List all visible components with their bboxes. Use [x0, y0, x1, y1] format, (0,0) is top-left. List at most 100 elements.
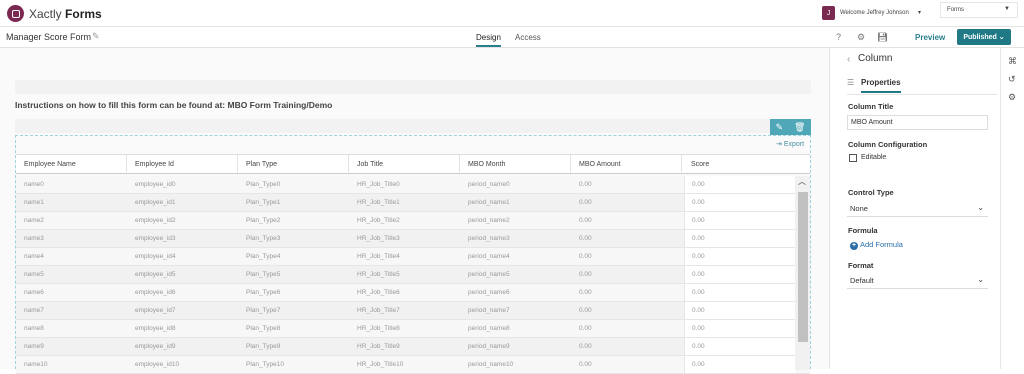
table-cell: HR_Job_Title0	[357, 181, 400, 188]
header-section[interactable]	[15, 80, 811, 94]
chevron-down-icon: ⌄	[977, 275, 984, 284]
column-header[interactable]: Employee Name	[24, 161, 76, 168]
table-row[interactable]: name10 employee_id10 Plan_Type10 HR_Job_Tit…	[16, 356, 810, 374]
table-cell: period_name1	[468, 199, 510, 206]
table-cell: Plan_Type1	[246, 199, 281, 206]
score-input[interactable]: 0.00	[684, 212, 796, 229]
table-cell: name7	[24, 307, 44, 314]
column-header[interactable]: MBO Amount	[579, 161, 621, 168]
score-input[interactable]: 0.00	[684, 302, 796, 319]
score-value: 0.00	[692, 307, 705, 314]
table-cell: name1	[24, 199, 44, 206]
table-cell: Plan_Type7	[246, 307, 281, 314]
table-cell: period_name7	[468, 307, 510, 314]
edit-title-icon[interactable]: ✎	[92, 31, 100, 42]
table-cell: period_name2	[468, 217, 510, 224]
table-cell: 0.00	[579, 343, 592, 350]
table-cell: period_name3	[468, 235, 510, 242]
properties-panel: ‹ Column ☰ Properties Column Title MBO A…	[831, 48, 1000, 369]
score-input[interactable]: 0.00	[684, 356, 796, 373]
column-header[interactable]: Employee Id	[135, 161, 174, 168]
history-icon[interactable]: ↺	[1008, 74, 1016, 85]
format-select[interactable]: Default ⌄	[847, 273, 988, 289]
score-input[interactable]: 0.00	[684, 194, 796, 211]
table-cell: name2	[24, 217, 44, 224]
control-type-select[interactable]: None ⌄	[847, 201, 988, 217]
table-cell: Plan_Type8	[246, 325, 281, 332]
score-input[interactable]: 0.00	[684, 248, 796, 265]
table-cell: HR_Job_Title1	[357, 199, 400, 206]
pencil-icon[interactable]: ✎	[776, 122, 784, 133]
score-input[interactable]: 0.00	[684, 176, 796, 193]
table-cell: HR_Job_Title2	[357, 217, 400, 224]
tab-access[interactable]: Access	[515, 33, 541, 42]
table-row[interactable]: name9 employee_id9 Plan_Type9 HR_Job_Title9…	[16, 338, 810, 356]
column-header[interactable]: Score	[691, 161, 709, 168]
table-cell: Plan_Type2	[246, 217, 281, 224]
save-icon[interactable]: 💾︎	[877, 32, 888, 43]
published-button[interactable]: Published ⌄	[957, 29, 1011, 45]
table-row[interactable]: name3 employee_id3 Plan_Type3 HR_Job_Title3…	[16, 230, 810, 248]
column-header[interactable]: Job Title	[357, 161, 383, 168]
avatar[interactable]: J	[822, 6, 835, 20]
help-icon[interactable]: ?	[836, 32, 841, 42]
tab-properties[interactable]: ☰ Properties	[847, 78, 997, 95]
scrollbar-thumb[interactable]	[798, 192, 808, 342]
back-chevron-icon[interactable]: ‹	[847, 54, 850, 65]
list-icon: ☰	[847, 78, 855, 87]
table-cell: name5	[24, 271, 44, 278]
table-cell: period_name0	[468, 181, 510, 188]
user-menu-chevron-icon[interactable]: ▾	[918, 9, 921, 16]
table-cell: name8	[24, 325, 44, 332]
score-input[interactable]: 0.00	[684, 284, 796, 301]
table-row[interactable]: name0 employee_id0 Plan_Type0 HR_Job_Title0…	[16, 176, 810, 194]
table-cell: Plan_Type3	[246, 235, 281, 242]
table-row[interactable]: name7 employee_id7 Plan_Type7 HR_Job_Title7…	[16, 302, 810, 320]
chevron-up-icon[interactable]: ︿	[798, 176, 806, 187]
score-value: 0.00	[692, 253, 705, 260]
table-row[interactable]: name5 employee_id5 Plan_Type5 HR_Job_Title5…	[16, 266, 810, 284]
formula-label: Formula	[848, 226, 878, 235]
score-input[interactable]: 0.00	[684, 230, 796, 247]
gear-icon[interactable]: ⚙	[857, 32, 865, 43]
table-cell: 0.00	[579, 199, 592, 206]
table-scrollbar[interactable]: ︿	[795, 176, 810, 370]
score-input[interactable]: 0.00	[684, 320, 796, 337]
table-cell: period_name10	[468, 361, 514, 368]
table-cell: employee_id1	[135, 199, 176, 206]
column-header[interactable]: Plan Type	[246, 161, 277, 168]
table-cell: period_name5	[468, 271, 510, 278]
table-cell: employee_id7	[135, 307, 176, 314]
table-cell: HR_Job_Title8	[357, 325, 400, 332]
table-cell: HR_Job_Title5	[357, 271, 400, 278]
form-canvas: Instructions on how to fill this form ca…	[0, 48, 830, 374]
preview-button[interactable]: Preview	[915, 33, 945, 42]
table-cell: period_name4	[468, 253, 510, 260]
forms-dropdown[interactable]: Forms ▼	[940, 2, 1018, 18]
editable-label: Editable	[861, 154, 887, 161]
table-cell: 0.00	[579, 217, 592, 224]
tab-design[interactable]: Design	[476, 33, 501, 47]
table-row[interactable]: name4 employee_id4 Plan_Type4 HR_Job_Title4…	[16, 248, 810, 266]
column-title-input[interactable]: MBO Amount	[847, 115, 988, 130]
add-formula-button[interactable]: + Add Formula	[850, 240, 903, 250]
table-cell: Plan_Type9	[246, 343, 281, 350]
table-row[interactable]: name8 employee_id8 Plan_Type8 HR_Job_Title8…	[16, 320, 810, 338]
table-cell: Plan_Type10	[246, 361, 284, 368]
editable-checkbox[interactable]	[849, 154, 857, 162]
table-row[interactable]: name2 employee_id2 Plan_Type2 HR_Job_Title2…	[16, 212, 810, 230]
table-cell: employee_id4	[135, 253, 176, 260]
settings-icon[interactable]: ⚙	[1008, 92, 1016, 103]
score-input[interactable]: 0.00	[684, 338, 796, 355]
table-cell: name6	[24, 289, 44, 296]
form-title: Manager Score Form	[6, 32, 92, 42]
score-value: 0.00	[692, 361, 705, 368]
components-icon[interactable]: ⌘	[1008, 56, 1017, 67]
xactly-logo[interactable]	[7, 5, 24, 22]
table-row[interactable]: name6 employee_id6 Plan_Type6 HR_Job_Title6…	[16, 284, 810, 302]
column-header[interactable]: MBO Month	[468, 161, 505, 168]
table-cell: employee_id6	[135, 289, 176, 296]
table-row[interactable]: name1 employee_id1 Plan_Type1 HR_Job_Title1…	[16, 194, 810, 212]
trash-icon[interactable]: 🗑︎	[794, 122, 805, 133]
score-input[interactable]: 0.00	[684, 266, 796, 283]
